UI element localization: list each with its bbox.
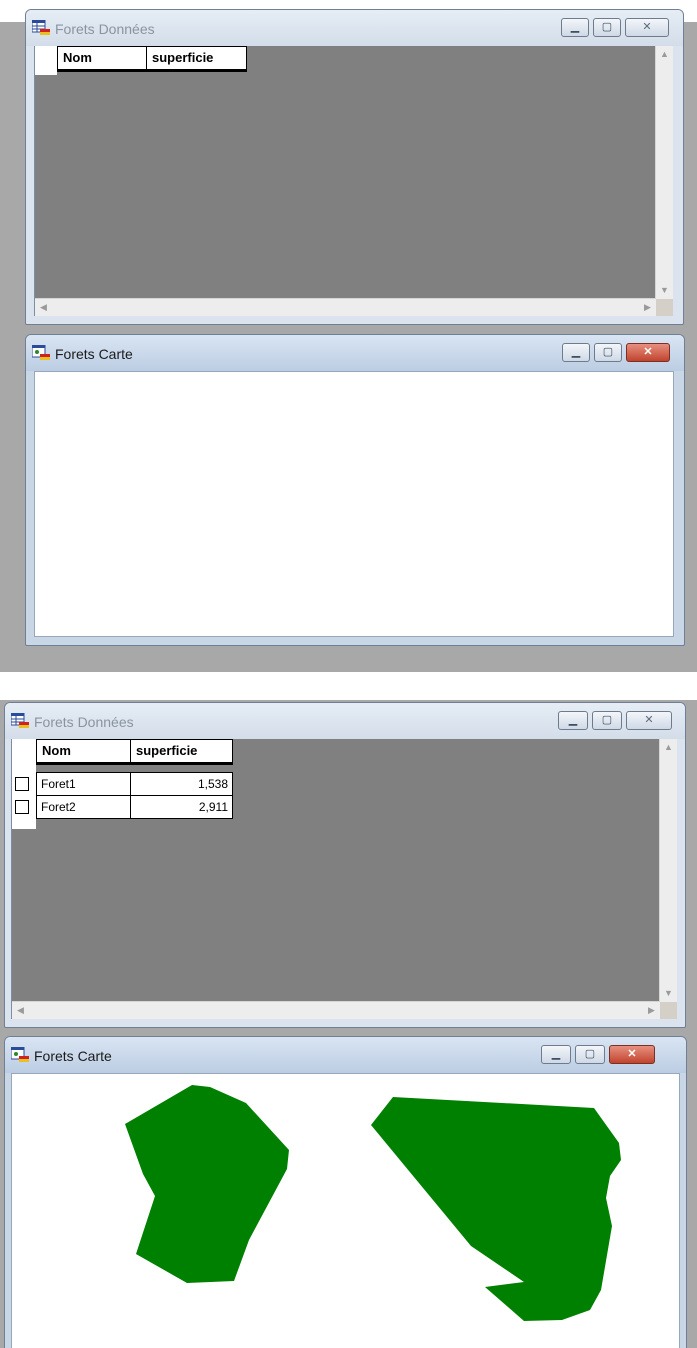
forest-polygon-foret1[interactable] (125, 1085, 289, 1283)
table-cell-nom[interactable]: Foret1 (36, 772, 131, 796)
close-button[interactable]: ✕ (626, 343, 670, 362)
minimize-icon: ▁ (551, 1048, 561, 1060)
map-drawing (125, 1085, 621, 1321)
scroll-right-icon[interactable]: ▶ (643, 1002, 660, 1019)
size-grip[interactable] (660, 1002, 677, 1019)
close-icon: ✕ (627, 1048, 637, 1060)
maximize-icon: ▢ (601, 714, 613, 726)
row-selector[interactable] (13, 795, 33, 819)
row-selector[interactable] (13, 772, 33, 796)
maximize-icon: ▢ (602, 346, 614, 358)
forets-carte-window[interactable]: Forets Carte ▁ ▢ ✕ (25, 334, 685, 646)
title-bar[interactable]: Forets Carte ▁ ▢ ✕ (26, 335, 684, 371)
table-cell-nom[interactable]: Foret2 (36, 795, 131, 819)
minimize-icon: ▁ (568, 714, 578, 726)
forets-donnees-window[interactable]: Forets Données ▁ ▢ ✕ Nom superficie Fore… (4, 702, 686, 1028)
grid-corner (35, 46, 57, 75)
minimize-icon: ▁ (571, 346, 581, 358)
forest-polygon-foret2[interactable] (371, 1097, 621, 1321)
close-button[interactable]: ✕ (625, 18, 669, 37)
close-button[interactable]: ✕ (609, 1045, 655, 1064)
map-canvas[interactable] (34, 371, 674, 637)
bottom-panel: Forets Données ▁ ▢ ✕ Nom superficie Fore… (0, 700, 697, 1348)
title-bar[interactable]: Forets Données ▁ ▢ ✕ (5, 703, 685, 739)
column-header-label: Nom (42, 743, 71, 758)
maximize-button[interactable]: ▢ (592, 711, 622, 730)
data-grid-area[interactable]: Nom superficie Foret1 1,538 Foret2 2,911… (11, 739, 677, 1019)
column-header-label: Nom (63, 50, 92, 65)
table-icon (32, 20, 50, 35)
window-title: Forets Données (34, 714, 134, 730)
table-icon (11, 713, 29, 728)
minimize-button[interactable]: ▁ (541, 1045, 571, 1064)
minimize-button[interactable]: ▁ (562, 343, 590, 362)
maximize-button[interactable]: ▢ (575, 1045, 605, 1064)
window-title: Forets Carte (55, 346, 133, 362)
column-header-label: superficie (136, 743, 198, 758)
forets-donnees-window[interactable]: Forets Données ▁ ▢ ✕ Nom superficie ▲ ▼ … (25, 9, 684, 325)
map-icon (32, 345, 50, 360)
maximize-icon: ▢ (601, 21, 613, 33)
scroll-up-icon[interactable]: ▲ (656, 46, 673, 63)
column-header-nom[interactable]: Nom (36, 739, 131, 765)
maximize-button[interactable]: ▢ (593, 18, 621, 37)
table-cell-superficie[interactable]: 2,911 (130, 795, 233, 819)
size-grip[interactable] (656, 299, 673, 316)
column-header-superficie[interactable]: superficie (146, 46, 247, 72)
vertical-scrollbar[interactable]: ▲ ▼ (655, 46, 673, 299)
minimize-button[interactable]: ▁ (561, 18, 589, 37)
scroll-right-icon[interactable]: ▶ (639, 299, 656, 316)
window-title: Forets Données (55, 21, 155, 37)
column-header-label: superficie (152, 50, 214, 65)
maximize-icon: ▢ (584, 1048, 596, 1060)
data-grid-area[interactable]: Nom superficie ▲ ▼ ◀ ▶ (34, 46, 673, 316)
scroll-up-icon[interactable]: ▲ (660, 739, 677, 756)
vertical-scrollbar[interactable]: ▲ ▼ (659, 739, 677, 1002)
minimize-button[interactable]: ▁ (558, 711, 588, 730)
map-canvas[interactable] (11, 1073, 680, 1348)
top-panel: Forets Données ▁ ▢ ✕ Nom superficie ▲ ▼ … (0, 0, 697, 672)
scroll-left-icon[interactable]: ◀ (35, 299, 52, 316)
column-header-nom[interactable]: Nom (57, 46, 147, 72)
window-title: Forets Carte (34, 1048, 112, 1064)
scroll-left-icon[interactable]: ◀ (12, 1002, 29, 1019)
close-button[interactable]: ✕ (626, 711, 672, 730)
column-header-superficie[interactable]: superficie (130, 739, 233, 765)
close-icon: ✕ (642, 21, 652, 33)
row-checkbox[interactable] (15, 777, 29, 791)
table-cell-superficie[interactable]: 1,538 (130, 772, 233, 796)
close-icon: ✕ (644, 714, 654, 726)
maximize-button[interactable]: ▢ (594, 343, 622, 362)
title-bar[interactable]: Forets Données ▁ ▢ ✕ (26, 10, 683, 46)
horizontal-scrollbar[interactable]: ◀ ▶ (35, 298, 656, 316)
close-icon: ✕ (643, 346, 653, 358)
row-checkbox[interactable] (15, 800, 29, 814)
title-bar[interactable]: Forets Carte ▁ ▢ ✕ (5, 1037, 686, 1073)
scroll-down-icon[interactable]: ▼ (656, 282, 673, 299)
minimize-icon: ▁ (570, 21, 580, 33)
scroll-down-icon[interactable]: ▼ (660, 985, 677, 1002)
forets-carte-window[interactable]: Forets Carte ▁ ▢ ✕ (4, 1036, 687, 1348)
horizontal-scrollbar[interactable]: ◀ ▶ (12, 1001, 660, 1019)
map-icon (11, 1047, 29, 1062)
